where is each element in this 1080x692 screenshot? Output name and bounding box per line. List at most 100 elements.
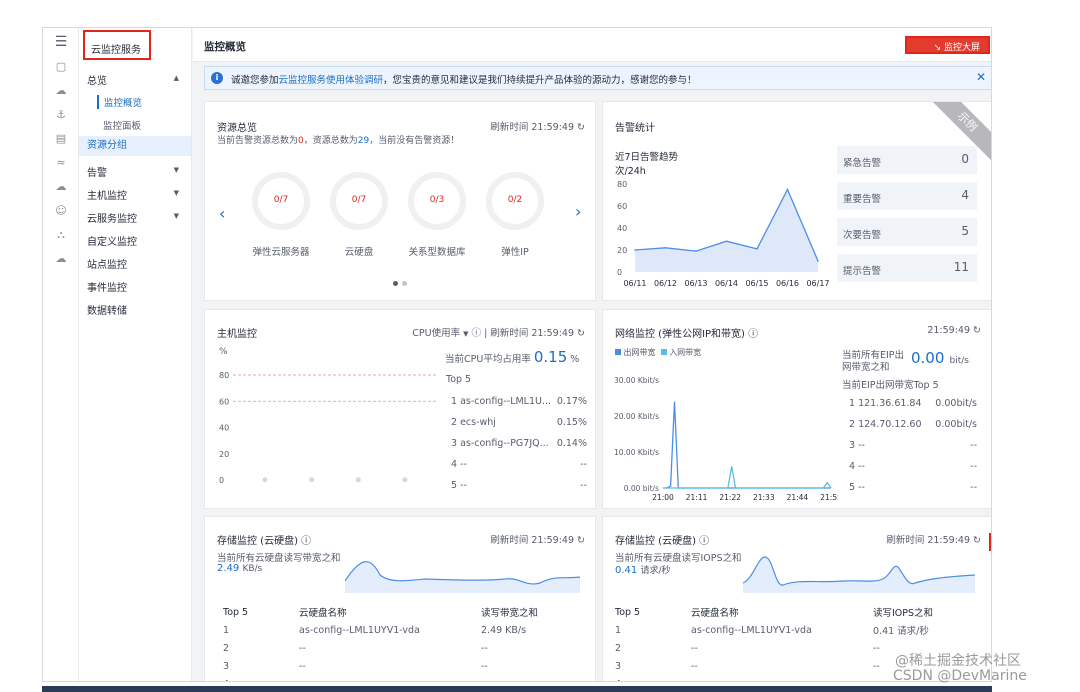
x-tick-label: 06/14 [715, 279, 738, 288]
smile-icon[interactable]: ☺ [54, 204, 68, 218]
donut-ecs[interactable]: 0/7 [252, 172, 310, 230]
list-item[interactable]: 5 -- -- [451, 480, 587, 491]
sidebar-item-custom-monitor[interactable]: 自定义监控 [87, 233, 187, 248]
network-icon[interactable]: ⛬ [54, 228, 68, 242]
list-item[interactable]: 3 as-config--PG7JQ... 0.14% [451, 438, 587, 449]
eip-value: -- [970, 440, 977, 451]
menu-icon[interactable]: ☰ [54, 35, 68, 49]
chevron-left-icon[interactable]: ‹ [219, 204, 225, 223]
anchor-icon[interactable]: ⚓ [54, 108, 68, 122]
storage-bandwidth-card: 存储监控 (云硬盘) ⓘ 刷新时间 21:59:49 ↻ 当前所有云硬盘读写带宽… [204, 516, 596, 682]
x-tick-label: 06/15 [745, 279, 768, 288]
list-item[interactable]: 2 ecs-whj 0.15% [451, 417, 587, 428]
chevron-right-icon[interactable]: › [575, 202, 581, 221]
document-icon[interactable]: ▤ [54, 132, 68, 146]
storage-value-wrap: 0.41 请求/秒 [615, 563, 671, 576]
donut-rds[interactable]: 0/3 [408, 172, 466, 230]
list-item[interactable]: 4 -- -- [849, 461, 977, 472]
stat-hint[interactable]: 提示告警 11 [837, 254, 977, 282]
list-item[interactable]: 3 -- -- [849, 440, 977, 451]
sidebar-item-host-monitor[interactable]: 主机监控 ▼ [87, 187, 187, 202]
sidebar-sub-monitor-panel[interactable]: 监控面板 [103, 118, 141, 132]
sidebar-sub-monitor-overview[interactable]: 监控概览 [97, 95, 142, 109]
stat-urgent[interactable]: 紧急告警 0 [837, 146, 977, 174]
sidebar-item-site-monitor[interactable]: 站点监控 [87, 256, 187, 271]
y-tick-label: 0.00 bit/s [624, 484, 659, 493]
legend-swatch-out [615, 349, 621, 355]
info-icon: i [211, 72, 223, 84]
legend-in[interactable]: 入网带宽 [669, 348, 701, 357]
help-icon[interactable]: ⓘ [301, 536, 311, 547]
stat-important[interactable]: 重要告警 4 [837, 182, 977, 210]
sidebar: 云监控服务 总览 ▲ 监控概览 监控面板 资源分组 告警 ▼ 主机监控 ▼ 云服… [79, 28, 192, 681]
y-tick-label: 20 [617, 246, 627, 255]
list-item[interactable]: 2 124.70.12.60 0.00bit/s [849, 419, 977, 430]
card-title: 资源总览 [217, 123, 257, 134]
table-row[interactable]: 1 as-config--LML1UYV1-vda 2.49 KB/s [223, 621, 583, 639]
help-icon[interactable]: ⓘ [748, 329, 758, 340]
scroll-marker[interactable] [989, 533, 991, 551]
chart-icon[interactable]: ≈ [54, 156, 68, 170]
table-cell: -- [481, 660, 488, 672]
donut-eip[interactable]: 0/2 [486, 172, 544, 230]
sidebar-item-overview[interactable]: 总览 ▲ [87, 72, 187, 87]
big-screen-button[interactable]: ↘ 监控大屏 [905, 36, 990, 54]
chevron-up-icon: ▲ [173, 74, 179, 82]
table-row[interactable]: 1 as-config--LML1UYV1-vda 0.41 请求/秒 [615, 621, 981, 639]
file-icon[interactable]: ▢ [54, 60, 68, 74]
bottom-strip [42, 686, 992, 692]
sidebar-item-cloud-service-monitor[interactable]: 云服务监控 ▼ [87, 210, 187, 225]
cloud-outline-icon[interactable]: ☁ [54, 180, 68, 194]
pager-dot-active[interactable] [393, 281, 398, 286]
help-icon[interactable]: ⓘ [472, 328, 485, 339]
cloud-icon[interactable]: ☁ [54, 84, 68, 98]
table-cell: -- [481, 642, 488, 654]
sidebar-item-alarm[interactable]: 告警 ▼ [87, 164, 187, 179]
metric-select[interactable]: CPU使用率 ▼ [412, 328, 468, 339]
sidebar-item-data-dump[interactable]: 数据转储 [87, 302, 187, 317]
host-toolbar: CPU使用率 ▼ ⓘ | 刷新时间 21:59:49 ↻ [412, 328, 585, 339]
table-row[interactable]: 2 -- -- [223, 639, 583, 657]
eip-top-label: 当前EIP出网带宽Top 5 [842, 380, 939, 391]
list-item[interactable]: 5 -- -- [849, 482, 977, 493]
table-cell: -- [691, 675, 873, 682]
table-cell: 2 [223, 642, 230, 654]
donut-label: 弹性云服务器 [252, 247, 310, 258]
storage-title: 存储监控 (云硬盘) ⓘ [615, 532, 709, 547]
alarm-point [634, 249, 636, 251]
table-row[interactable]: 4---- [223, 675, 583, 682]
list-item[interactable]: 1 as-config--LML1U... 0.17% [451, 396, 587, 407]
y-tick-label: 0 [617, 268, 622, 277]
stat-label: 重要告警 [843, 194, 882, 205]
table-cell: -- [299, 660, 306, 672]
cloud-sync-icon[interactable]: ☁ [54, 252, 68, 266]
close-icon[interactable]: ✕ [976, 70, 986, 84]
summary-text-b: ，资源总数为 [303, 136, 358, 146]
table-header: Top 5 云硬盘名称 读写IOPS之和 [615, 603, 981, 621]
refresh-icon[interactable]: ↻ [577, 122, 585, 133]
storage-bandwidth-sparkline [345, 561, 580, 593]
refresh-icon[interactable]: ↻ [973, 325, 981, 336]
list-item[interactable]: 1 121.36.61.84 0.00bit/s [849, 398, 977, 409]
refresh-icon[interactable]: ↻ [577, 328, 585, 339]
pager-dot[interactable] [402, 281, 407, 286]
stat-minor[interactable]: 次要告警 5 [837, 218, 977, 246]
x-tick-label: 21:55 [820, 493, 838, 502]
console-frame: ☰ ▢ ☁ ⚓ ▤ ≈ ☁ ☺ ⛬ ☁ 云监控服务 总览 ▲ 监控概览 监控面板… [42, 27, 992, 682]
refresh-time[interactable]: 刷新时间 21:59:49 ↻ [490, 119, 585, 133]
table-row[interactable]: 3 -- -- [223, 657, 583, 675]
refresh-icon[interactable]: ↻ [973, 535, 981, 546]
big-screen-label: 监控大屏 [943, 43, 980, 53]
refresh-icon[interactable]: ↻ [577, 535, 585, 546]
sidebar-item-event-monitor[interactable]: 事件监控 [87, 279, 187, 294]
list-item[interactable]: 4 -- -- [451, 459, 587, 470]
survey-link[interactable]: 云监控服务使用体验调研 [279, 75, 384, 86]
legend-out[interactable]: 出网带宽 [624, 348, 656, 357]
host-monitor-card: 主机监控 CPU使用率 ▼ ⓘ | 刷新时间 21:59:49 ↻ % 0 20 4… [204, 309, 596, 509]
current-label-a: 当前所有EIP出 [842, 350, 905, 361]
table-cell: as-config--LML1UYV1-vda [299, 624, 420, 636]
sidebar-item-resource-group[interactable]: 资源分组 [79, 136, 191, 156]
refresh-label: 刷新时间 21:59:49 [490, 122, 574, 133]
donut-evs[interactable]: 0/7 [330, 172, 388, 230]
help-icon[interactable]: ⓘ [699, 536, 709, 547]
